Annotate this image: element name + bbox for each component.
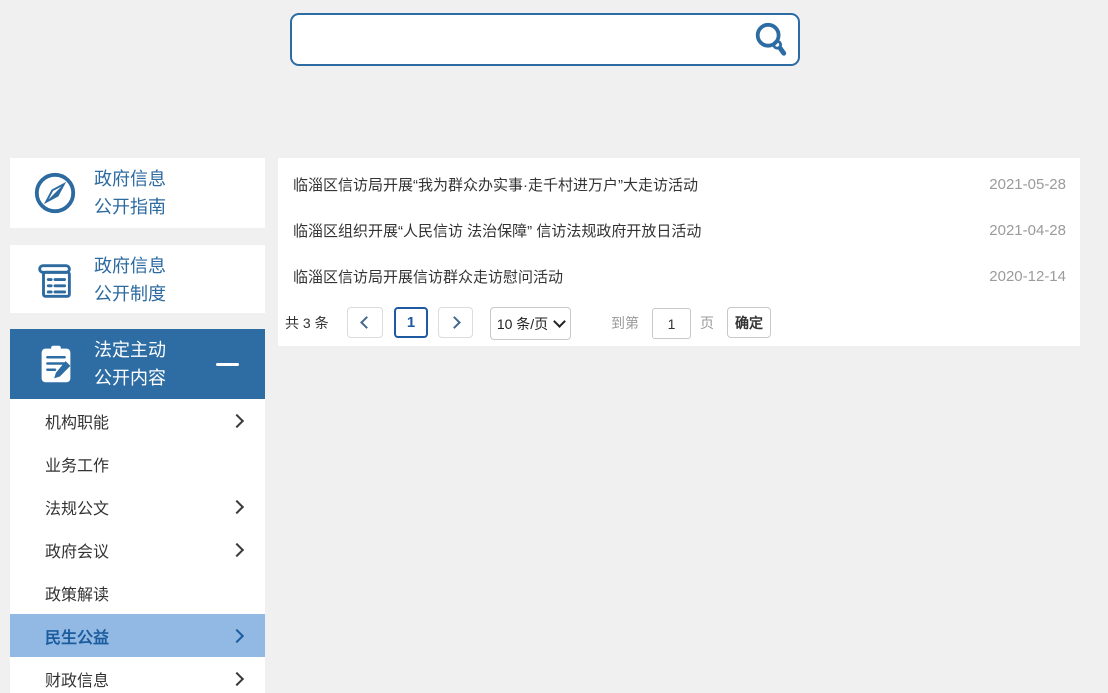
- search-icon[interactable]: [752, 21, 790, 59]
- list-item-date: 2021-04-28: [989, 222, 1066, 239]
- news-list-panel: 临淄区信访局开展“我为群众办实事·走千村进万户”大走访活动 2021-05-28…: [278, 158, 1080, 346]
- page-size-select[interactable]: 10 条/页: [490, 307, 571, 340]
- sidebar-item-business-work[interactable]: 业务工作: [10, 442, 265, 485]
- list-item-title[interactable]: 临淄区信访局开展“我为群众办实事·走千村进万户”大走访活动: [293, 174, 698, 195]
- sidebar-item-policy-interpretation[interactable]: 政策解读: [10, 571, 265, 614]
- sidebar-submenu: 机构职能 业务工作 法规公文 政府会议 政策解读 民生公益 财政信息: [10, 399, 265, 693]
- chevron-right-icon: [230, 500, 244, 514]
- chevron-right-icon: [448, 316, 461, 329]
- next-page-button[interactable]: [438, 307, 473, 338]
- goto-page-input[interactable]: [652, 308, 691, 339]
- list-item[interactable]: 临淄区信访局开展“我为群众办实事·走千村进万户”大走访活动 2021-05-28: [278, 161, 1080, 207]
- sidebar-item-regulations[interactable]: 法规公文: [10, 485, 265, 528]
- sidebar-item-finance[interactable]: 财政信息: [10, 657, 265, 693]
- sidebar-section-legal-disclosure[interactable]: 法定主动 公开内容: [10, 329, 265, 399]
- news-rows: 临淄区信访局开展“我为群众办实事·走千村进万户”大走访活动 2021-05-28…: [278, 158, 1080, 299]
- search-box: [290, 13, 800, 66]
- list-item[interactable]: 临淄区组织开展“人民信访 法治保障” 信访法规政府开放日活动 2021-04-2…: [278, 207, 1080, 253]
- sidebar-card-info-guide[interactable]: 政府信息 公开指南: [10, 158, 265, 228]
- list-item-title[interactable]: 临淄区信访局开展信访群众走访慰问活动: [293, 266, 563, 287]
- clipboard-pencil-icon: [33, 341, 79, 387]
- sidebar-card-label: 政府信息 公开指南: [94, 165, 166, 221]
- list-item-title[interactable]: 临淄区组织开展“人民信访 法治保障” 信访法规政府开放日活动: [293, 220, 701, 241]
- compass-icon: [32, 170, 78, 216]
- list-item[interactable]: 临淄区信访局开展信访群众走访慰问活动 2020-12-14: [278, 253, 1080, 299]
- search-input[interactable]: [302, 19, 746, 61]
- page-size-value: 10 条/页: [497, 314, 548, 334]
- pagination: 共 3 条 1 10 条/页 到第 页 确定: [278, 306, 1080, 340]
- chevron-right-icon: [230, 543, 244, 557]
- collapse-minus-icon[interactable]: [216, 363, 239, 366]
- prev-page-button[interactable]: [347, 307, 383, 338]
- book-icon: [32, 257, 78, 303]
- total-count-label: 共 3 条: [285, 306, 329, 340]
- page: 政府信息 公开指南 政府信息 公开制度: [0, 0, 1108, 693]
- chevron-right-icon: [230, 629, 244, 643]
- chevron-down-icon: [553, 315, 566, 328]
- current-page-button[interactable]: 1: [394, 307, 428, 338]
- sidebar-item-livelihood[interactable]: 民生公益: [10, 614, 265, 657]
- sidebar-item-government-meetings[interactable]: 政府会议: [10, 528, 265, 571]
- list-item-date: 2021-05-28: [989, 176, 1066, 193]
- confirm-button[interactable]: 确定: [727, 307, 771, 338]
- chevron-right-icon: [230, 414, 244, 428]
- list-item-date: 2020-12-14: [989, 268, 1066, 285]
- goto-page-prefix-label: 到第: [611, 306, 639, 340]
- sidebar-item-organization[interactable]: 机构职能: [10, 399, 265, 442]
- goto-page-suffix-label: 页: [700, 306, 714, 340]
- sidebar-section-label: 法定主动 公开内容: [94, 336, 166, 392]
- chevron-left-icon: [360, 316, 373, 329]
- sidebar-card-label: 政府信息 公开制度: [94, 252, 166, 308]
- chevron-right-icon: [230, 672, 244, 686]
- sidebar-card-info-system[interactable]: 政府信息 公开制度: [10, 245, 265, 313]
